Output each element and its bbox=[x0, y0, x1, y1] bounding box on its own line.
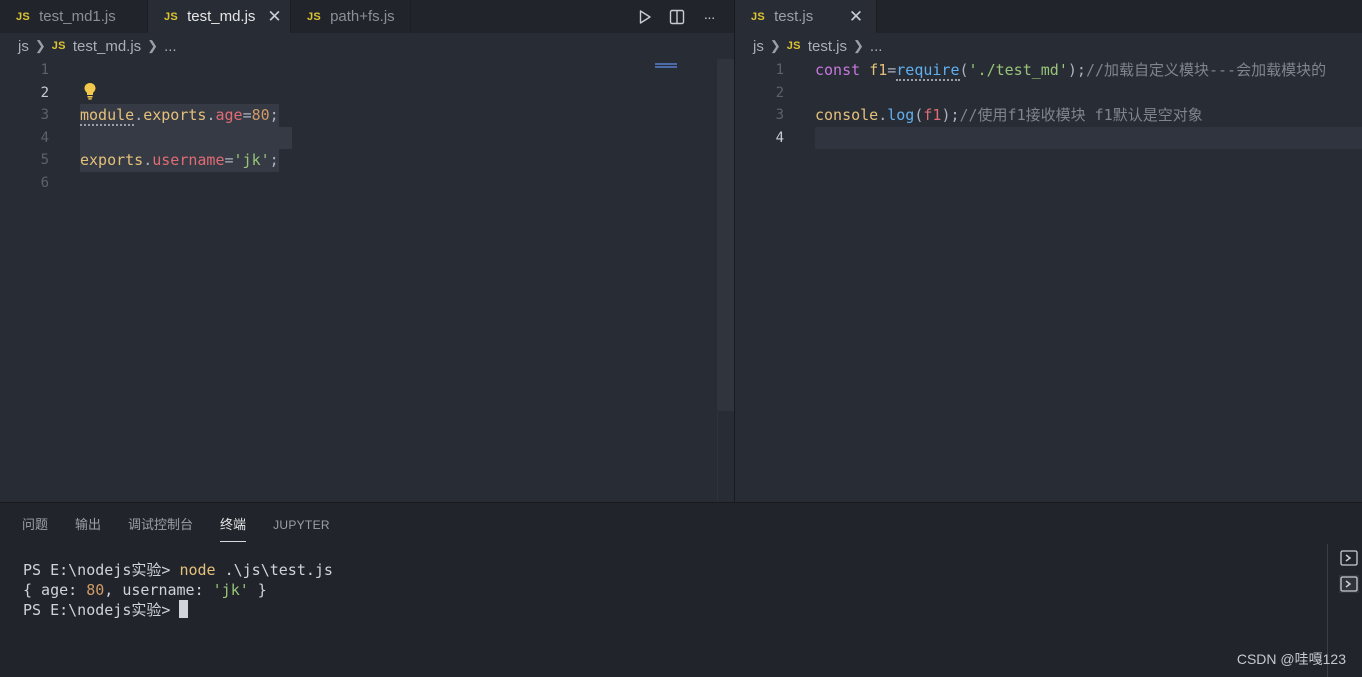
code-line: 3 console.log(f1);//使用f1接收模块 f1默认是空对象 bbox=[735, 104, 1362, 127]
chevron-right-icon: ❯ bbox=[34, 38, 46, 53]
breadcrumb-symbols[interactable]: ... bbox=[870, 38, 883, 55]
line-number: 2 bbox=[40, 84, 49, 101]
bottom-panel: 问题 输出 调试控制台 终端 JUPYTER PS E:\nodejs实验> n… bbox=[0, 502, 1362, 677]
scroll-thumb[interactable] bbox=[718, 59, 734, 411]
chevron-right-icon: ❯ bbox=[853, 38, 864, 53]
chevron-right-icon: ❯ bbox=[147, 38, 159, 53]
tab-terminal[interactable]: 终端 bbox=[220, 515, 247, 542]
js-file-icon: JS bbox=[751, 10, 766, 23]
line-number: 3 bbox=[775, 107, 784, 124]
terminal-output-text: } bbox=[248, 581, 267, 599]
code-line: 4 bbox=[0, 126, 717, 150]
terminal-output-string: 'jk' bbox=[212, 581, 249, 599]
breadcrumb-file[interactable]: test.js bbox=[808, 38, 847, 55]
terminal-command: node bbox=[179, 561, 216, 579]
code-text: exports.username='jk'; bbox=[80, 149, 279, 172]
split-editor-icon[interactable] bbox=[668, 8, 686, 26]
code-text: console.log(f1);//使用f1接收模块 f1默认是空对象 bbox=[815, 106, 1203, 125]
run-icon[interactable] bbox=[636, 8, 654, 26]
tab-label: test.js bbox=[774, 8, 814, 25]
tab-test-md[interactable]: JS test_md.js ✕ bbox=[148, 0, 291, 34]
code-text: const f1=require('./test_md');//加载自定义模块-… bbox=[815, 61, 1327, 81]
terminal-prompt: PS E:\nodejs实验> bbox=[23, 601, 180, 619]
breadcrumb: js ❯ JS test.js ❯ ... bbox=[735, 33, 1362, 59]
tab-path-fs[interactable]: JS path+fs.js bbox=[291, 0, 411, 33]
panel-tabs: 问题 输出 调试控制台 终端 JUPYTER bbox=[22, 515, 357, 542]
line-number: 3 bbox=[40, 107, 49, 124]
tab-test[interactable]: JS test.js ✕ bbox=[735, 0, 877, 34]
selection-highlight bbox=[80, 126, 292, 150]
tab-jupyter[interactable]: JUPYTER bbox=[273, 515, 330, 542]
code-line: 4 bbox=[735, 127, 1362, 150]
breadcrumb-folder[interactable]: js bbox=[18, 38, 29, 55]
tab-label: test_md1.js bbox=[39, 8, 116, 25]
tab-output[interactable]: 输出 bbox=[75, 515, 101, 542]
tab-test-md1[interactable]: JS test_md1.js bbox=[0, 0, 148, 33]
code-line: 6 bbox=[0, 172, 717, 195]
code-line: 2 bbox=[0, 82, 717, 105]
line-number: 6 bbox=[40, 175, 49, 191]
terminal-prompt: PS E:\nodejs实验> bbox=[23, 561, 180, 579]
lightbulb-icon[interactable] bbox=[82, 82, 98, 100]
terminal-output-number: 80 bbox=[86, 581, 105, 599]
line-number: 1 bbox=[40, 62, 49, 78]
js-file-icon: JS bbox=[307, 10, 322, 23]
js-file-icon: JS bbox=[786, 40, 801, 52]
tab-label: test_md.js bbox=[187, 8, 256, 25]
terminal-output[interactable]: PS E:\nodejs实验> node .\js\test.js { age:… bbox=[23, 560, 333, 620]
right-tab-bar: JS test.js ✕ bbox=[735, 0, 1362, 34]
more-actions-icon[interactable]: ··· bbox=[700, 8, 718, 26]
terminal-cursor bbox=[179, 600, 189, 618]
tab-problems[interactable]: 问题 bbox=[22, 515, 48, 542]
code-line: 2 bbox=[735, 82, 1362, 105]
js-file-icon: JS bbox=[16, 10, 31, 23]
watermark: CSDN @哇嘎123 bbox=[1236, 651, 1346, 667]
editor-actions: ··· bbox=[636, 0, 718, 33]
scrollbar[interactable] bbox=[717, 59, 734, 502]
breadcrumb-folder[interactable]: js bbox=[753, 38, 764, 55]
tab-debug-console[interactable]: 调试控制台 bbox=[128, 515, 193, 542]
terminal-instance-icon[interactable] bbox=[1339, 549, 1359, 567]
line-number: 2 bbox=[775, 84, 784, 101]
minimap[interactable] bbox=[655, 63, 677, 65]
code-line: 1 const f1=require('./test_md');//加载自定义模… bbox=[735, 59, 1362, 82]
line-number: 1 bbox=[775, 62, 784, 78]
breadcrumb-file[interactable]: test_md.js bbox=[73, 38, 141, 55]
right-code-editor[interactable]: 1 const f1=require('./test_md');//加载自定义模… bbox=[735, 59, 1362, 502]
code-line: 5 exports.username='jk'; bbox=[0, 149, 717, 172]
js-file-icon: JS bbox=[51, 40, 66, 52]
terminal-args: .\js\test.js bbox=[215, 561, 333, 579]
chevron-right-icon: ❯ bbox=[769, 38, 781, 53]
line-number: 5 bbox=[40, 152, 49, 169]
code-text: module.exports.age=80; bbox=[80, 104, 279, 127]
left-code-editor[interactable]: 1 2 3 module.exports.age=80; 4 5 exports… bbox=[0, 59, 717, 502]
code-line: 3 module.exports.age=80; bbox=[0, 104, 717, 127]
terminal-output-text: { age: bbox=[23, 581, 87, 599]
breadcrumb-symbols[interactable]: ... bbox=[164, 38, 177, 55]
line-number: 4 bbox=[40, 129, 49, 146]
tab-label: path+fs.js bbox=[330, 8, 395, 25]
js-file-icon: JS bbox=[164, 10, 179, 23]
line-number: 4 bbox=[775, 129, 784, 146]
close-icon[interactable]: ✕ bbox=[267, 7, 281, 27]
code-line: 1 bbox=[0, 59, 717, 82]
close-icon[interactable]: ✕ bbox=[848, 7, 864, 27]
breadcrumb: js ❯ JS test_md.js ❯ ... bbox=[0, 33, 734, 59]
terminal-output-text: , username: bbox=[104, 581, 213, 599]
terminal-instance-icon[interactable] bbox=[1339, 575, 1359, 593]
left-tab-bar: JS test_md1.js JS test_md.js ✕ JS path+f… bbox=[0, 0, 734, 34]
